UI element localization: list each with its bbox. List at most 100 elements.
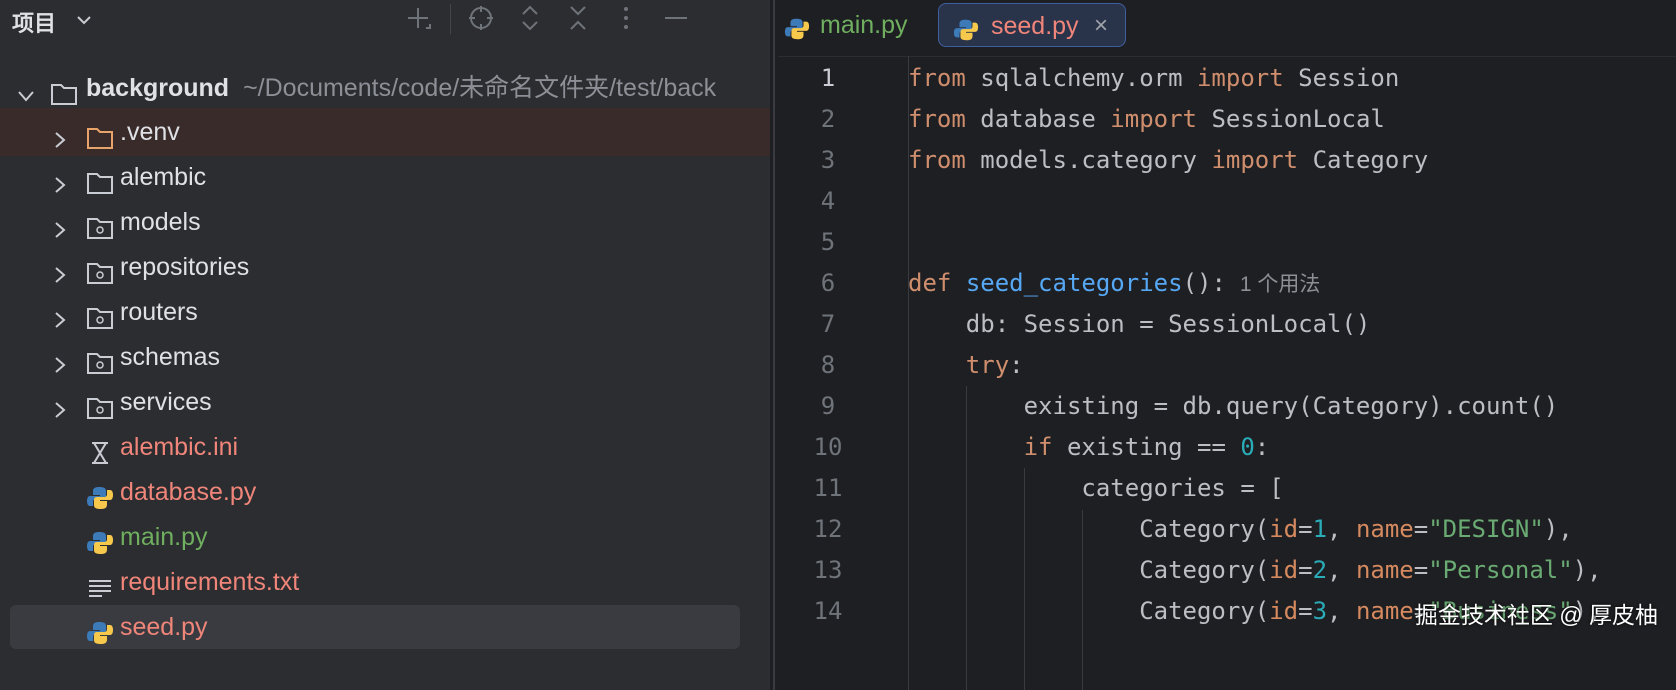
- line-number: 1: [820, 64, 836, 92]
- code-line[interactable]: 2 from database import SessionLocal: [778, 97, 1676, 141]
- root-name: background: [86, 74, 230, 102]
- package-folder-icon: [86, 299, 114, 329]
- chevron-down-icon[interactable]: [14, 76, 38, 102]
- add-icon[interactable]: [404, 4, 432, 32]
- folder-icon: [86, 164, 114, 194]
- code-line[interactable]: 8 try:: [778, 343, 1676, 387]
- editor-tab-bar: main.py seed.py ×: [778, 0, 1676, 57]
- tree-item[interactable]: main.py: [0, 513, 770, 561]
- line-number: 3: [820, 146, 836, 174]
- chevron-right-icon[interactable]: [48, 300, 72, 328]
- tree-item-selected[interactable]: seed.py: [0, 603, 770, 651]
- code-text: Category(id=2, name="Personal"),: [908, 556, 1602, 584]
- code-text: Category(id=1, name="DESIGN"),: [908, 515, 1573, 543]
- tree-item[interactable]: alembic: [0, 153, 770, 201]
- tab-main-py[interactable]: main.py: [784, 3, 934, 47]
- tree-item-label: alembic: [120, 163, 207, 191]
- tree-item-label: requirements.txt: [120, 568, 300, 596]
- code-line[interactable]: 1 from sqlalchemy.orm import Session: [778, 56, 1676, 100]
- code-text: from sqlalchemy.orm import Session: [908, 64, 1400, 92]
- line-number: 8: [820, 351, 836, 379]
- line-number: 13: [813, 556, 843, 584]
- tree-item-label: routers: [120, 298, 198, 326]
- code-line[interactable]: 12 Category(id=1, name="DESIGN"),: [778, 507, 1676, 551]
- package-folder-icon: [86, 389, 114, 419]
- tab-label: main.py: [820, 11, 908, 39]
- tree-item-label: .venv: [120, 118, 180, 146]
- project-panel-header: 项目: [0, 0, 770, 40]
- code-line[interactable]: 10 if existing == 0:: [778, 425, 1676, 469]
- folder-excluded-icon: [86, 119, 114, 149]
- chevron-right-icon[interactable]: [48, 165, 72, 193]
- code-line[interactable]: 6 def seed_categories(): 1 个用法: [778, 261, 1676, 305]
- code-line[interactable]: 13 Category(id=2, name="Personal"),: [778, 548, 1676, 592]
- line-number: 14: [813, 597, 843, 625]
- tree-item-label: schemas: [120, 343, 221, 371]
- expand-all-icon[interactable]: [516, 4, 544, 32]
- chevron-right-icon[interactable]: [48, 210, 72, 238]
- tree-item[interactable]: services: [0, 378, 770, 426]
- python-file-icon: [86, 479, 114, 509]
- chevron-right-icon[interactable]: [48, 345, 72, 373]
- more-options-icon[interactable]: [612, 4, 640, 32]
- tree-item-label: database.py: [120, 478, 257, 506]
- code-text: from database import SessionLocal: [908, 105, 1385, 133]
- python-file-icon: [86, 614, 114, 644]
- code-line[interactable]: 3 from models.category import Category: [778, 138, 1676, 182]
- chevron-right-icon[interactable]: [48, 120, 72, 148]
- code-text: def seed_categories(): 1 个用法: [908, 269, 1321, 297]
- line-number: 10: [813, 433, 843, 461]
- tree-item[interactable]: routers: [0, 288, 770, 336]
- tree-item[interactable]: models: [0, 198, 770, 246]
- ini-file-icon: [86, 434, 114, 464]
- code-line[interactable]: 4: [778, 179, 1676, 223]
- code-editor[interactable]: 1 from sqlalchemy.orm import Session 2 f…: [778, 56, 1676, 690]
- tree-item-label: alembic.ini: [120, 433, 239, 461]
- code-line[interactable]: 5: [778, 220, 1676, 264]
- tree-item-label: seed.py: [120, 613, 208, 641]
- tab-seed-py[interactable]: seed.py ×: [938, 3, 1126, 47]
- project-panel: 项目 background ~/Documents/code/未命名文件夹/te…: [0, 0, 770, 690]
- tree-item[interactable]: requirements.txt: [0, 558, 770, 606]
- code-text: from models.category import Category: [908, 146, 1429, 174]
- line-number: 12: [813, 515, 843, 543]
- package-folder-icon: [86, 344, 114, 374]
- toolbar-separator: [450, 4, 451, 34]
- line-number: 9: [820, 392, 836, 420]
- tree-item[interactable]: .venv: [0, 108, 770, 156]
- code-line[interactable]: 11 categories = [: [778, 466, 1676, 510]
- close-icon[interactable]: ×: [1094, 4, 1108, 48]
- chevron-right-icon[interactable]: [48, 255, 72, 283]
- tree-item-label: main.py: [120, 523, 208, 551]
- tree-item[interactable]: alembic.ini: [0, 423, 770, 471]
- code-line[interactable]: 7 db: Session = SessionLocal(): [778, 302, 1676, 346]
- package-folder-icon: [86, 209, 114, 239]
- code-text: db: Session = SessionLocal(): [908, 310, 1371, 338]
- panel-splitter[interactable]: [770, 0, 778, 690]
- code-text: try:: [965, 351, 1024, 379]
- collapse-all-icon[interactable]: [564, 4, 592, 32]
- python-file-icon: [86, 524, 114, 554]
- splitter-line: [773, 0, 775, 690]
- tree-item[interactable]: schemas: [0, 333, 770, 381]
- line-number: 6: [820, 269, 836, 297]
- locate-icon[interactable]: [467, 4, 495, 32]
- chevron-down-icon[interactable]: [74, 10, 94, 35]
- tree-root-label: background ~/Documents/code/未命名文件夹/test/b…: [86, 64, 716, 112]
- package-folder-icon: [86, 254, 114, 284]
- watermark: 掘金技术社区 @ 厚皮柚: [1414, 602, 1658, 628]
- tree-item[interactable]: repositories: [0, 243, 770, 291]
- text-file-icon: [86, 569, 114, 597]
- tree-item-label: models: [120, 208, 201, 236]
- minimize-icon[interactable]: [662, 4, 690, 32]
- panel-title[interactable]: 项目: [12, 6, 56, 38]
- editor: main.py seed.py × 1 from sqlalchemy.orm …: [778, 0, 1676, 690]
- chevron-right-icon[interactable]: [48, 390, 72, 418]
- python-file-icon: [953, 13, 979, 41]
- tree-item[interactable]: database.py: [0, 468, 770, 516]
- python-file-icon: [784, 12, 810, 40]
- usage-hint[interactable]: 1 个用法: [1240, 273, 1321, 296]
- code-line[interactable]: 9 existing = db.query(Category).count(): [778, 384, 1676, 428]
- line-number: 7: [820, 310, 836, 338]
- tree-root[interactable]: background ~/Documents/code/未命名文件夹/test/b…: [0, 64, 770, 112]
